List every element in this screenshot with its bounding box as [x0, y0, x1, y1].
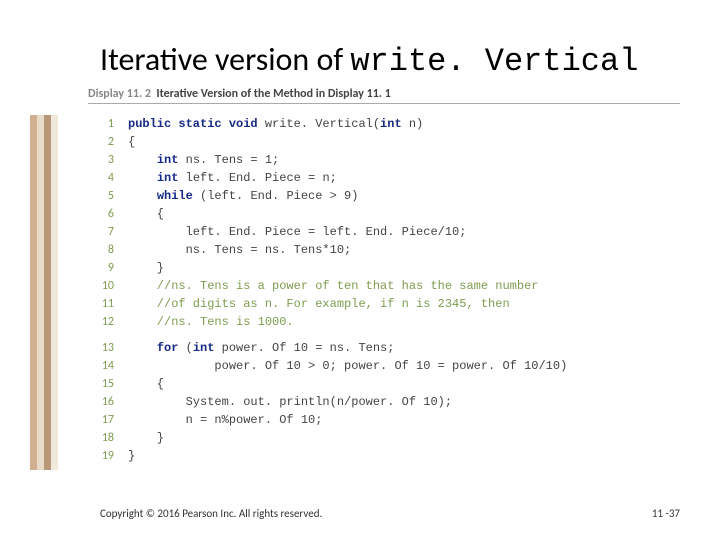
code-line: //ns. Tens is 1000. — [128, 313, 294, 331]
code-line: System. out. println(n/power. Of 10); — [128, 393, 452, 411]
line-number: 1 — [88, 115, 114, 133]
line-number: 17 — [88, 411, 114, 429]
code-line: { — [128, 375, 164, 393]
display-label: Display 11. 2 — [88, 87, 151, 101]
code-line: while (left. End. Piece > 9) — [128, 187, 358, 205]
code-line: int left. End. Piece = n; — [128, 169, 337, 187]
copyright: Copyright © 2016 Pearson Inc. All rights… — [100, 507, 322, 520]
code-line: n = n%power. Of 10; — [128, 411, 322, 429]
slide: Iterative version of write. Vertical Dis… — [0, 0, 720, 540]
line-number: 4 — [88, 169, 114, 187]
line-number: 5 — [88, 187, 114, 205]
code-line: //ns. Tens is a power of ten that has th… — [128, 277, 538, 295]
code-line: //of digits as n. For example, if n is 2… — [128, 295, 510, 313]
code-line: { — [128, 205, 164, 223]
line-number: 7 — [88, 223, 114, 241]
line-number: 18 — [88, 429, 114, 447]
line-number: 11 — [88, 295, 114, 313]
line-number: 12 — [88, 313, 114, 331]
line-number: 3 — [88, 151, 114, 169]
code-line: public static void write. Vertical(int n… — [128, 115, 423, 133]
code-line: for (int power. Of 10 = ns. Tens; — [128, 339, 394, 357]
code-line: int ns. Tens = 1; — [128, 151, 279, 169]
line-number: 6 — [88, 205, 114, 223]
code-line: power. Of 10 > 0; power. Of 10 = power. … — [128, 357, 567, 375]
display-header: Display 11. 2 Iterative Version of the M… — [88, 87, 680, 104]
code-line: } — [128, 429, 164, 447]
line-number: 19 — [88, 447, 114, 465]
code-line: ns. Tens = ns. Tens*10; — [128, 241, 351, 259]
line-number: 8 — [88, 241, 114, 259]
code-line: left. End. Piece = left. End. Piece/10; — [128, 223, 466, 241]
line-number: 13 — [88, 339, 114, 357]
title-text: Iterative version of — [100, 40, 350, 79]
line-number: 15 — [88, 375, 114, 393]
code-line: } — [128, 447, 135, 465]
slide-title: Iterative version of write. Vertical — [100, 40, 638, 80]
display-title: Iterative Version of the Method in Displ… — [156, 87, 390, 101]
line-number: 10 — [88, 277, 114, 295]
title-code: write. Vertical — [350, 43, 638, 80]
line-number: 16 — [88, 393, 114, 411]
code-line: } — [128, 259, 164, 277]
page-number: 11 -37 — [652, 507, 680, 520]
line-number: 14 — [88, 357, 114, 375]
code-line: { — [128, 133, 135, 151]
line-number: 9 — [88, 259, 114, 277]
decorative-stripes — [30, 115, 58, 470]
line-number: 2 — [88, 133, 114, 151]
